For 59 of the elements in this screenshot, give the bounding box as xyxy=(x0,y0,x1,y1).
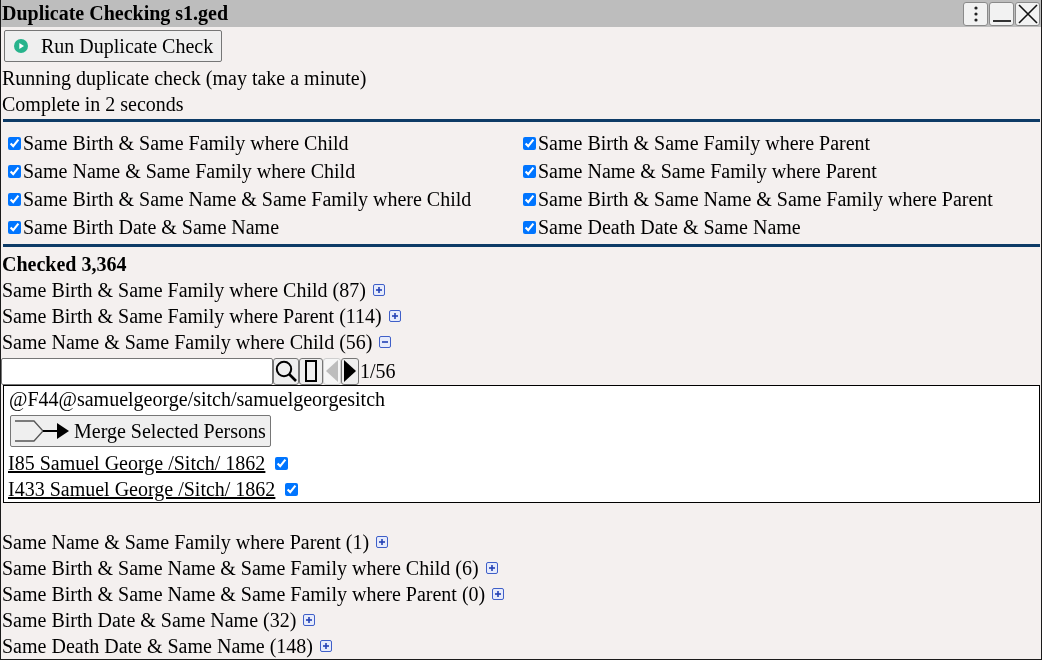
play-circle-icon xyxy=(14,39,28,53)
criterion-label: Same Birth & Same Family where Parent xyxy=(538,131,871,157)
group-label: Same Birth Date & Same Name (32) xyxy=(2,608,297,633)
collapse-minus-icon[interactable] xyxy=(379,336,392,348)
criterion-label: Same Name & Same Family where Child xyxy=(23,159,356,185)
rectangle-icon xyxy=(305,360,317,382)
expand-plus-icon[interactable] xyxy=(320,640,332,652)
checked-count: Checked 3,364 xyxy=(2,252,128,277)
merge-arrow-icon xyxy=(15,419,69,443)
criterion-label: Same Birth Date & Same Name xyxy=(23,215,280,240)
criterion-checkbox[interactable] xyxy=(8,220,21,234)
window-title: Duplicate Checking s1.ged xyxy=(2,1,229,27)
person-checkbox[interactable] xyxy=(275,456,289,470)
merge-button[interactable]: Merge Selected Persons xyxy=(10,415,271,447)
criterion-checkbox[interactable] xyxy=(8,136,21,150)
group-label: Same Name & Same Family where Parent (1) xyxy=(2,530,370,555)
left-triangle-icon xyxy=(326,360,338,382)
criterion-label: Same Birth & Same Name & Same Family where Child xyxy=(23,187,472,213)
status-text: Running duplicate check (may take a minute) xyxy=(2,66,368,91)
expand-plus-icon[interactable] xyxy=(372,284,385,296)
search-field[interactable] xyxy=(1,357,273,385)
group-label: Same Name & Same Family where Child (56) xyxy=(2,330,373,355)
expand-plus-icon[interactable] xyxy=(492,588,505,600)
person-link[interactable]: I85 Samuel George /Sitch/ 1862 xyxy=(8,450,266,476)
criterion-checkbox[interactable] xyxy=(523,192,536,206)
expand-plus-icon[interactable] xyxy=(388,310,401,322)
run-button[interactable]: Run Duplicate Check xyxy=(4,30,223,62)
group-label: Same Birth & Same Name & Same Family where Child (6) xyxy=(2,556,479,581)
expand-plus-icon[interactable] xyxy=(485,562,498,574)
page-counter: 1/56 xyxy=(360,358,396,384)
group-label: Same Death Date & Same Name (148) xyxy=(2,634,313,659)
minimize-icon xyxy=(992,19,1011,22)
status-text: Complete in 2 seconds xyxy=(2,92,185,117)
expand-plus-icon[interactable] xyxy=(376,536,389,548)
family-id-text: @F44@samuelgeorge/sitch/samuelgeorgesitch xyxy=(9,387,386,412)
search-button[interactable] xyxy=(273,357,299,385)
group-label: Same Birth & Same Name & Same Family where Parent (0) xyxy=(2,582,486,607)
criterion-checkbox[interactable] xyxy=(8,192,21,206)
next-button[interactable] xyxy=(341,357,359,385)
criterion-checkbox[interactable] xyxy=(523,136,536,150)
minimize-button[interactable] xyxy=(989,1,1014,26)
group-label: Same Birth & Same Family where Parent (114) xyxy=(2,304,382,329)
expand-plus-icon[interactable] xyxy=(303,614,316,626)
person-link[interactable]: I433 Samuel George /Sitch/ 1862 xyxy=(8,476,276,502)
criterion-label: Same Birth & Same Family where Child xyxy=(23,131,349,157)
criterion-label: Same Name & Same Family where Parent xyxy=(538,159,877,185)
rectangle-button[interactable] xyxy=(299,357,323,385)
search-icon xyxy=(275,360,297,382)
person-checkbox[interactable] xyxy=(285,482,299,496)
group-label: Same Birth & Same Family where Child (87) xyxy=(2,278,366,303)
close-button[interactable] xyxy=(1015,1,1040,26)
criterion-checkbox[interactable] xyxy=(523,164,536,178)
criterion-label: Same Birth & Same Name & Same Family where Parent xyxy=(538,187,993,213)
close-icon xyxy=(1017,3,1038,24)
right-triangle-icon xyxy=(344,360,356,382)
kebab-menu-icon xyxy=(973,5,978,22)
criterion-checkbox[interactable] xyxy=(8,164,21,178)
criterion-checkbox[interactable] xyxy=(523,220,536,234)
criterion-label: Same Death Date & Same Name xyxy=(538,215,801,240)
